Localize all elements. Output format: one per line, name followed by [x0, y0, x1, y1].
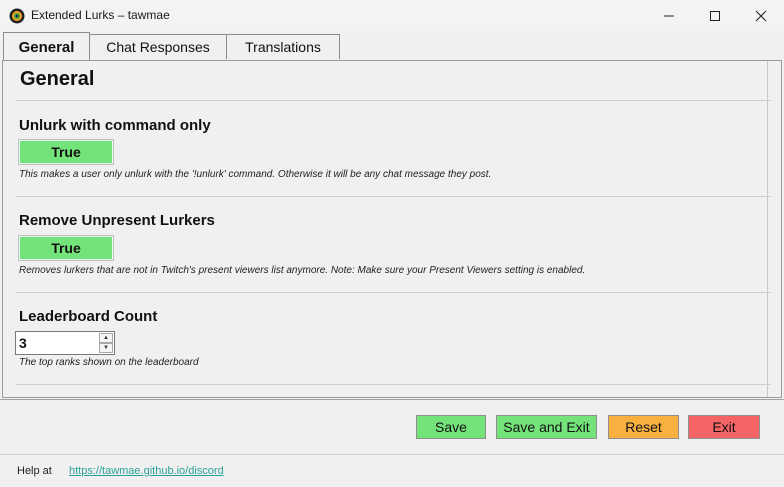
- divider: [16, 100, 771, 101]
- tab-translations[interactable]: Translations: [226, 34, 340, 59]
- exit-button[interactable]: Exit: [688, 415, 760, 439]
- window-title: Extended Lurks – tawmae: [31, 8, 170, 22]
- tab-bar: General Chat Responses Translations: [0, 32, 784, 61]
- close-icon: [755, 10, 767, 21]
- title-bar: Extended Lurks – tawmae: [0, 0, 784, 31]
- save-and-exit-button[interactable]: Save and Exit: [496, 415, 597, 439]
- close-button[interactable]: [738, 0, 784, 31]
- leaderboard-count-value[interactable]: 3: [19, 335, 27, 351]
- minimize-button[interactable]: [646, 0, 692, 31]
- leaderboard-count-stepper[interactable]: 3 ▲ ▼: [15, 331, 115, 355]
- general-panel: General Unlurk with command only True Th…: [2, 60, 782, 398]
- spin-up-icon[interactable]: ▲: [99, 333, 113, 343]
- scrollbar-track[interactable]: [767, 61, 781, 397]
- help-label: Help at: [17, 465, 52, 477]
- divider: [16, 196, 771, 197]
- panel-title: General: [20, 68, 95, 90]
- unlurk-command-toggle[interactable]: True: [18, 139, 114, 165]
- footer-divider: [0, 454, 784, 455]
- remove-unpresent-toggle[interactable]: True: [18, 235, 114, 261]
- save-button[interactable]: Save: [416, 415, 486, 439]
- setting-desc-remove-unpresent: Removes lurkers that are not in Twitch's…: [19, 265, 586, 276]
- setting-label-remove-unpresent: Remove Unpresent Lurkers: [19, 212, 215, 229]
- divider: [16, 384, 771, 385]
- reset-button[interactable]: Reset: [608, 415, 679, 439]
- setting-label-leaderboard-count: Leaderboard Count: [19, 308, 158, 325]
- setting-desc-unlurk-command: This makes a user only unlurk with the '…: [19, 169, 492, 180]
- tab-general[interactable]: General: [3, 32, 90, 61]
- spin-down-icon[interactable]: ▼: [99, 343, 113, 353]
- setting-desc-leaderboard-count: The top ranks shown on the leaderboard: [19, 357, 199, 368]
- maximize-icon: [710, 10, 720, 21]
- stepper-buttons: ▲ ▼: [99, 333, 113, 353]
- maximize-button[interactable]: [692, 0, 738, 31]
- minimize-icon: [664, 15, 674, 16]
- tab-chat-responses[interactable]: Chat Responses: [89, 34, 227, 59]
- setting-label-unlurk-command: Unlurk with command only: [19, 117, 211, 134]
- app-logo-icon: [9, 8, 25, 24]
- divider: [16, 292, 771, 293]
- footer-divider: [0, 399, 784, 400]
- help-link[interactable]: https://tawmae.github.io/discord: [69, 465, 224, 477]
